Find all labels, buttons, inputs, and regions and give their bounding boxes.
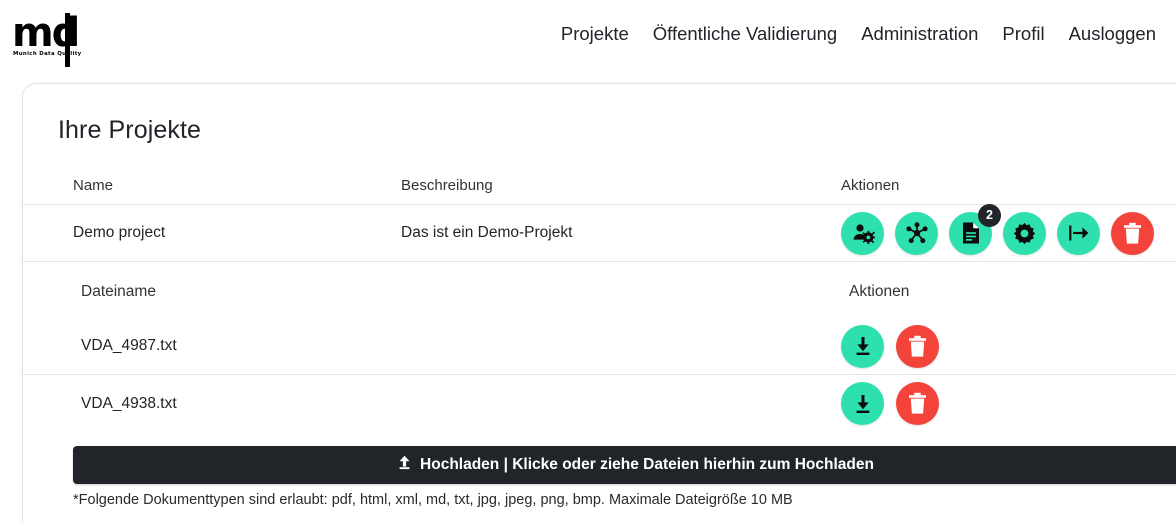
download-icon	[852, 393, 874, 415]
project-action-buttons: 2	[841, 203, 1176, 255]
projects-table: Name Beschreibung Aktionen Demo project …	[23, 167, 1176, 262]
nav-link-profil[interactable]: Profil	[990, 20, 1056, 48]
projects-table-header: Name Beschreibung Aktionen	[23, 167, 1176, 205]
column-header-description: Beschreibung	[401, 177, 493, 194]
projects-card: Ihre Projekte Name Beschreibung Aktionen…	[22, 83, 1176, 523]
export-project-button[interactable]	[1057, 211, 1100, 255]
file-actions-cell	[841, 382, 1176, 425]
nav-link-oeffentliche-validierung[interactable]: Öffentliche Validierung	[641, 20, 849, 48]
document-count-badge: 2	[978, 203, 1001, 227]
files-table-header: Dateiname Aktionen	[23, 266, 1176, 318]
file-name: VDA_4938.txt	[81, 394, 177, 412]
nav-link-projekte[interactable]: Projekte	[549, 20, 641, 48]
delete-file-button[interactable]	[896, 324, 939, 368]
delete-project-button[interactable]	[1111, 211, 1154, 255]
project-description: Das ist ein Demo-Projekt	[401, 224, 573, 241]
column-header-actions: Aktionen	[841, 177, 900, 194]
delete-file-button[interactable]	[896, 382, 939, 425]
file-actions-cell	[841, 324, 1176, 368]
top-navbar: md Munich Data Quality Projekte Öffentli…	[0, 0, 1176, 73]
upload-label: Hochladen | Klicke oder ziehe Dateien hi…	[420, 456, 874, 473]
page-title: Ihre Projekte	[58, 116, 202, 144]
column-header-filename: Dateiname	[81, 283, 156, 300]
brand-stem-decoration	[65, 12, 70, 67]
export-arrow-icon	[1067, 222, 1091, 244]
list-item: VDA_4987.txt	[23, 318, 1176, 375]
download-icon	[852, 335, 874, 357]
upload-dropzone-button[interactable]: Hochladen | Klicke oder ziehe Dateien hi…	[73, 446, 1176, 484]
gear-icon	[1013, 222, 1036, 245]
brand-subtitle-text: Munich Data Quality	[13, 51, 82, 57]
user-settings-icon	[851, 221, 875, 245]
brand-mark-text: md	[12, 10, 80, 56]
trash-icon	[907, 392, 928, 415]
download-file-button[interactable]	[841, 324, 884, 368]
documents-button[interactable]: 2	[949, 203, 1001, 255]
trash-icon	[1122, 222, 1143, 245]
column-header-file-actions: Aktionen	[849, 283, 910, 300]
nav-link-ausloggen[interactable]: Ausloggen	[1057, 20, 1168, 48]
brand-logo[interactable]: md Munich Data Quality	[10, 9, 82, 67]
document-icon	[960, 221, 982, 245]
download-file-button[interactable]	[841, 382, 884, 425]
network-nodes-icon	[905, 221, 929, 245]
allowed-filetypes-note: *Folgende Dokumenttypen sind erlaubt: pd…	[73, 492, 793, 508]
project-settings-button[interactable]	[1003, 211, 1046, 255]
nav-link-administration[interactable]: Administration	[849, 20, 990, 48]
trash-icon	[907, 335, 928, 358]
file-name: VDA_4987.txt	[81, 337, 177, 354]
project-name: Demo project	[73, 224, 166, 241]
upload-arrow-icon	[398, 455, 411, 475]
manage-users-button[interactable]	[841, 211, 884, 255]
project-actions-cell: 2	[841, 203, 1176, 255]
file-action-buttons	[841, 324, 1176, 368]
table-row: Demo project Das ist ein Demo-Projekt 2	[23, 203, 1176, 262]
column-header-name: Name	[73, 177, 114, 194]
files-table: Dateiname Aktionen VDA_4987.txt VDA_4938…	[23, 266, 1176, 432]
list-item: VDA_4938.txt	[23, 375, 1176, 432]
file-action-buttons	[841, 382, 1176, 425]
nav-links: Projekte Öffentliche Validierung Adminis…	[549, 20, 1168, 48]
network-view-button[interactable]	[895, 211, 938, 255]
